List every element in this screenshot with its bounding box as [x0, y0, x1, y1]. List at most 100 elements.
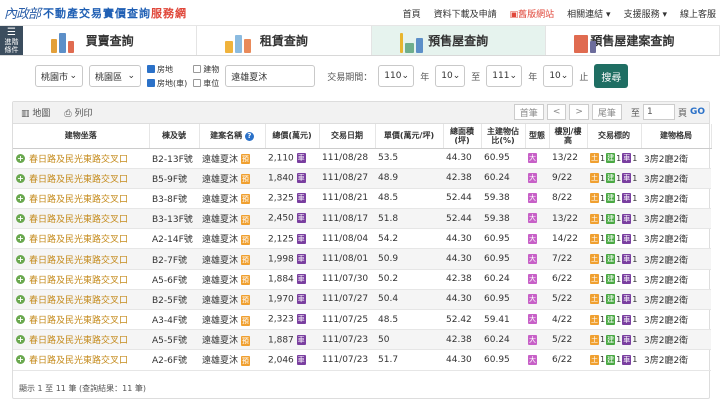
expand-icon[interactable]: +	[16, 315, 25, 325]
expand-icon[interactable]: +	[16, 234, 25, 244]
table-row[interactable]: + 春日路及民光東路交叉口 B3-8F號 遠雄夏沐 預 2,325 車 111/08/21…	[13, 188, 711, 210]
column-header[interactable]: 單價(萬元/坪)	[375, 124, 444, 149]
type-checkbox-parking[interactable]: 車位	[193, 78, 219, 89]
nav-online-service[interactable]: 線上客服	[680, 7, 716, 20]
cell-address[interactable]: + 春日路及民光東路交叉口	[13, 269, 149, 290]
cell-main-ratio: 60.95	[481, 248, 525, 270]
cell-address[interactable]: + 春日路及民光東路交叉口	[13, 289, 149, 311]
table-row[interactable]: + 春日路及民光東路交叉口 A3-4F號 遠雄夏沐 預 2,323 車 111/07/25…	[13, 309, 711, 331]
table-row[interactable]: + 春日路及民光東路交叉口 A2-14F號 遠雄夏沐 預 2,125 車 111/08/0…	[13, 228, 711, 250]
column-header[interactable]: 建物格局	[641, 124, 712, 149]
keyword-input[interactable]: 遠雄夏沐	[225, 65, 316, 87]
last-page-button[interactable]: 尾筆	[591, 104, 622, 120]
search-button[interactable]: 搜尋	[594, 64, 629, 88]
site-logo[interactable]: 內政部 不動產交易實價查詢 服務網	[0, 3, 187, 23]
nav-old-site[interactable]: ▣舊版網站	[510, 7, 555, 20]
column-header[interactable]: 型態	[525, 124, 550, 149]
column-header[interactable]: 交易日期	[319, 124, 376, 149]
column-header[interactable]: 棟及號	[149, 124, 200, 149]
cell-project-name[interactable]: 遠雄夏沐 預	[199, 148, 265, 169]
expand-icon[interactable]: +	[16, 153, 25, 163]
next-page-button[interactable]: >	[569, 104, 589, 120]
to-year-select[interactable]: 111 ⌄	[486, 65, 523, 87]
expand-icon[interactable]: +	[16, 294, 25, 304]
column-header[interactable]: 主建物佔比(%)	[481, 124, 526, 149]
expand-icon[interactable]: +	[16, 355, 25, 365]
cell-layout: 3房2廳2衛	[641, 289, 711, 311]
cell-address[interactable]: + 春日路及民光東路交叉口	[13, 329, 149, 351]
cell-project-name[interactable]: 遠雄夏沐 預	[199, 188, 265, 210]
table-row[interactable]: + 春日路及民光東路交叉口 A5-5F號 遠雄夏沐 預 1,887 車 111/07/23…	[13, 329, 711, 351]
tab-presale[interactable]: 預售屋查詢	[371, 26, 546, 55]
cell-address[interactable]: + 春日路及民光東路交叉口	[13, 168, 149, 189]
district-select[interactable]: 桃園區 ⌄	[89, 65, 141, 87]
advanced-filter-button[interactable]: ☰ 進階 條件	[0, 26, 23, 55]
menu-icon: ☰	[7, 26, 16, 38]
expand-icon[interactable]: +	[16, 193, 25, 203]
results-table: 建物坐落 棟及號 建案名稱 ? 總價(萬元) 交易日期 單價(萬元/坪) 總面積(坪) 主建物…	[13, 124, 712, 371]
cell-project-name[interactable]: 遠雄夏沐 預	[199, 329, 265, 351]
expand-icon[interactable]: +	[16, 335, 25, 345]
type-checkbox-land-building[interactable]: 房地	[147, 64, 187, 75]
cell-address[interactable]: + 春日路及民光東路交叉口	[13, 188, 149, 210]
table-row[interactable]: + 春日路及民光東路交叉口 B5-9F號 遠雄夏沐 預 1,840 車 111/08/27…	[13, 168, 711, 189]
cell-address[interactable]: + 春日路及民光東路交叉口	[13, 228, 149, 250]
expand-icon[interactable]: +	[16, 254, 25, 264]
table-row[interactable]: + 春日路及民光東路交叉口 B3-13F號 遠雄夏沐 預 2,450 車 111/08/1…	[13, 208, 711, 230]
cell-project-name[interactable]: 遠雄夏沐 預	[199, 269, 265, 290]
expand-icon[interactable]: +	[16, 214, 25, 224]
cell-address[interactable]: + 春日路及民光東路交叉口	[13, 148, 149, 169]
tab-presale-project[interactable]: 預售屋建案查詢	[545, 26, 720, 55]
to-month-select[interactable]: 10 ⌄	[543, 65, 574, 87]
cell-project-name[interactable]: 遠雄夏沐 預	[199, 168, 265, 189]
table-row[interactable]: + 春日路及民光東路交叉口 B2-5F號 遠雄夏沐 預 1,970 車 111/07/27…	[13, 289, 711, 311]
tab-rent[interactable]: 租賃查詢	[197, 26, 372, 55]
table-row[interactable]: + 春日路及民光東路交叉口 B2-13F號 遠雄夏沐 預 2,110 車 111/08/2…	[13, 148, 711, 169]
prev-page-button[interactable]: <	[546, 104, 567, 120]
nav-links[interactable]: 相關連結 ▾	[567, 7, 610, 20]
go-button[interactable]: GO	[690, 107, 705, 117]
from-year-select[interactable]: 110 ⌄	[378, 65, 415, 87]
cell-address[interactable]: + 春日路及民光東路交叉口	[13, 349, 149, 371]
cell-main-ratio: 60.95	[481, 349, 525, 371]
help-icon[interactable]: ?	[244, 131, 254, 141]
column-header[interactable]: 總面積(坪)	[443, 124, 482, 149]
table-row[interactable]: + 春日路及民光東路交叉口 A5-6F號 遠雄夏沐 預 1,884 車 111/07/30…	[13, 269, 711, 290]
cell-project-name[interactable]: 遠雄夏沐 預	[199, 228, 265, 250]
expand-icon[interactable]: +	[16, 173, 25, 183]
nav-home[interactable]: 首頁	[403, 7, 421, 20]
cell-address[interactable]: + 春日路及民光東路交叉口	[13, 248, 149, 270]
cell-project-name[interactable]: 遠雄夏沐 預	[199, 289, 265, 311]
cell-floor: 5/22	[549, 329, 587, 351]
cell-project-name[interactable]: 遠雄夏沐 預	[199, 208, 265, 230]
first-page-button[interactable]: 首筆	[513, 104, 544, 120]
cell-project-name[interactable]: 遠雄夏沐 預	[199, 309, 265, 331]
cell-address[interactable]: + 春日路及民光東路交叉口	[13, 208, 149, 230]
nav-download[interactable]: 資料下載及申請	[434, 7, 497, 20]
column-header[interactable]: 總價(萬元)	[265, 124, 320, 149]
column-header[interactable]: 建物坐落	[13, 124, 150, 149]
nav-support[interactable]: 支援服務 ▾	[624, 7, 667, 20]
cell-floor: 5/22	[549, 289, 587, 311]
cell-project-name[interactable]: 遠雄夏沐 預	[199, 248, 265, 270]
city-select[interactable]: 桃園市 ⌄	[35, 65, 83, 87]
map-view-button[interactable]: ▥ 地圖	[21, 106, 50, 119]
page-number-input[interactable]: 1	[642, 104, 675, 120]
expand-icon[interactable]: +	[16, 274, 25, 284]
tab-sale[interactable]: 買賣查詢	[23, 26, 198, 55]
column-header[interactable]: 交易標的	[587, 124, 642, 149]
from-month-select[interactable]: 10 ⌄	[435, 65, 466, 87]
type-checkbox-land-building-car[interactable]: 房地(車)	[147, 78, 187, 89]
print-button[interactable]: ⎙ 列印	[64, 106, 92, 119]
cell-project-name[interactable]: 遠雄夏沐 預	[199, 349, 265, 371]
cell-unit: A2-6F號	[149, 349, 199, 371]
cell-floor: 8/22	[549, 188, 587, 210]
type-badge: 大	[528, 294, 537, 305]
table-row[interactable]: + 春日路及民光東路交叉口 B2-7F號 遠雄夏沐 預 1,998 車 111/08/01…	[13, 248, 711, 270]
table-row[interactable]: + 春日路及民光東路交叉口 A2-6F號 遠雄夏沐 預 2,046 車 111/07/23…	[13, 349, 711, 371]
column-header[interactable]: 建案名稱 ?	[199, 124, 266, 149]
cell-address[interactable]: + 春日路及民光東路交叉口	[13, 309, 149, 331]
column-header[interactable]: 樓別/樓高	[549, 124, 588, 149]
cell-area: 42.38	[443, 269, 481, 290]
type-checkbox-building[interactable]: 建物	[193, 64, 219, 75]
